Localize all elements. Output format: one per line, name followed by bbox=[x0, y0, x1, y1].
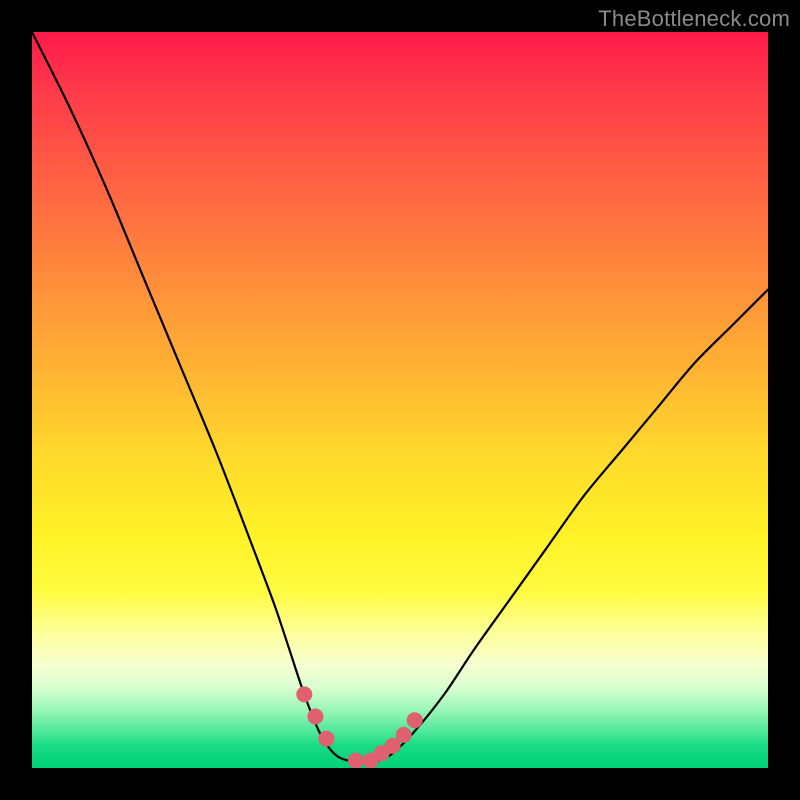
chart-plot-area bbox=[32, 32, 768, 768]
bottleneck-curve bbox=[32, 32, 768, 761]
highlight-marker bbox=[396, 727, 412, 743]
highlight-marker bbox=[307, 709, 323, 725]
highlight-marker bbox=[296, 686, 312, 702]
chart-svg bbox=[32, 32, 768, 768]
watermark-text: TheBottleneck.com bbox=[598, 6, 790, 32]
highlight-marker bbox=[348, 753, 364, 768]
chart-stage: TheBottleneck.com bbox=[0, 0, 800, 800]
highlight-marker bbox=[407, 712, 423, 728]
highlight-marker bbox=[318, 731, 334, 747]
highlight-markers bbox=[296, 686, 422, 768]
